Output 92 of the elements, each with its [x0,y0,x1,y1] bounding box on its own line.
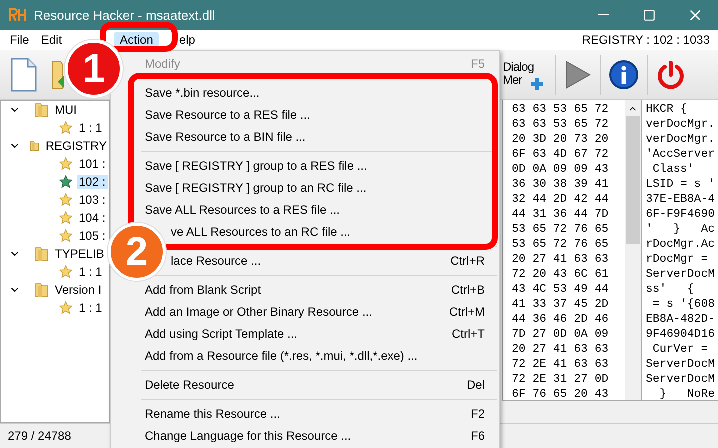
text-row-text: Class' [652,162,696,177]
menu-option[interactable]: ve ALL Resources to an RC file ... [167,221,489,243]
new-file-icon[interactable] [10,58,38,92]
text-row-text: rDocMgr = [646,252,710,267]
hex-row-text: 43 4C 53 49 44 [512,282,610,297]
star-icon [59,229,73,243]
hex-row-text: 6F 76 65 20 43 [512,387,610,400]
maximize-icon [642,8,656,22]
text-row-text: = s '{608 [652,297,716,312]
menu-option[interactable]: Add from a Resource file (*.res, *.mui, *.dll,*.exe) ... [141,345,489,367]
hex-row-text: 7D 27 0D 0A 09 [512,327,610,342]
star-icon [59,211,73,225]
tree-item[interactable]: Version I [53,283,104,297]
hex-row-text: 63 63 53 65 72 [512,102,610,117]
hex-row-text: 6F 63 4D 67 72 [512,147,610,162]
resource-path: REGISTRY : 102 : 1033 [582,33,710,47]
menu-option[interactable]: Save [ REGISTRY ] group to a RES file ... [141,155,489,177]
plus-icon [531,78,543,90]
hex-row-text: 44 36 46 2D 46 [512,312,610,327]
menu-option[interactable]: Add from Blank Script Ctrl+B [141,279,489,301]
star-icon [59,121,73,135]
app-logo-icon [8,7,28,23]
text-row-text: ServerDocM [646,372,716,387]
menu-option[interactable]: Save Resource to a RES file ... [141,104,489,126]
tree-item[interactable]: TYPELIB [53,247,106,261]
menu-option[interactable]: Save ALL Resources to a RES file ... [141,199,489,221]
tree-item[interactable]: 1 : 1 [77,121,104,135]
hex-row-text: 36 30 38 39 41 [512,177,610,192]
text-row-text: } NoRe [658,387,716,400]
star-icon [59,301,73,315]
star-icon [59,265,73,279]
window-title: Resource Hacker - msaatext.dll [34,8,216,22]
hex-row-text: 72 2E 31 27 0D [512,372,610,387]
hex-row-text: 53 65 72 76 65 [512,222,610,237]
power-icon[interactable] [656,60,686,90]
tree-item[interactable]: 102 : [77,175,108,189]
text-row-text: HKCR { [646,102,688,117]
menu-option[interactable]: Save *.bin resource... [141,82,489,104]
dialog-menu-button[interactable]: Dialog Mer [503,54,547,94]
hex-row-text: 63 63 53 65 72 [512,117,610,132]
hex-row-text: 32 44 2D 42 44 [512,192,610,207]
minimize-icon [598,14,608,16]
text-row-text: ss' { [646,282,696,297]
tree-item[interactable]: 1 : 1 [77,265,104,279]
info-icon[interactable] [609,60,639,90]
hex-row-text: 53 65 72 76 65 [512,237,610,252]
hex-row-text: 44 31 36 44 7D [512,207,610,222]
tree-item[interactable]: REGISTRY [44,139,109,153]
play-icon[interactable] [564,60,592,90]
menu-option[interactable]: Delete Resource Del [141,374,489,396]
hex-row-text: 20 27 41 63 63 [512,252,610,267]
folder-icon [35,102,49,118]
menu-option[interactable]: Change Language for this Resource ... F6 [141,425,489,447]
menu-item[interactable]: File [4,32,36,48]
text-row-text: ServerDocM [646,357,716,372]
tree-item[interactable]: 105 : [77,229,108,243]
hex-row-text: 72 2E 41 63 63 [512,357,610,372]
menu-option[interactable]: Add an Image or Other Binary Resource ... Ctrl+M [141,301,489,323]
text-row-text: CurVer = [652,342,710,357]
text-row-text: 9F46904D16 [646,327,716,342]
text-row-text: ServerDocM [646,267,716,282]
hex-row-text: 20 3D 20 73 20 [512,132,610,147]
text-row-text: verDocMgr. [646,132,716,147]
menu-option[interactable]: Save Resource to a BIN file ... [141,126,489,148]
text-row-text: EB8A-482D- [646,312,716,327]
text-row-text: verDocMgr. [646,117,716,132]
star-icon [59,157,73,171]
text-row-text: rDocMgr.Ac [646,237,716,252]
tree-item[interactable]: MUI [53,103,79,117]
tree-item[interactable]: 1 : 1 [77,301,104,315]
menu-option[interactable]: Save [ REGISTRY ] group to an RC file ... [141,177,489,199]
tree-item[interactable]: 101 : [77,157,108,171]
menu-item[interactable]: elp [173,32,202,48]
tree-item[interactable]: 104 : [77,211,108,225]
star-icon [59,193,73,207]
tree-item[interactable]: 103 : [77,193,108,207]
hex-row-text: 41 33 37 45 2D [512,297,610,312]
hex-row-text: 20 27 41 63 63 [512,342,610,357]
hex-row-text: 72 20 43 6C 61 [512,267,610,282]
menu-option[interactable]: lace Resource ... Ctrl+R [167,250,489,272]
folder-icon [35,282,49,298]
status-text: 279 / 24788 [8,429,72,443]
text-row-text: LSID = s ' [646,177,716,192]
text-row-text: 6F-F9F4690 [646,207,716,222]
text-row-text: 'AccServer [646,147,716,162]
text-row-text: ' } Ac [646,222,716,237]
text-row-text: 37E-EB8A-4 [646,192,716,207]
menu-option[interactable]: Add using Script Template ... Ctrl+T [141,323,489,345]
folder-icon [35,246,49,262]
menu-option[interactable]: Rename this Resource ... F2 [141,403,489,425]
star-icon [59,175,73,189]
hex-row-text: 0D 0A 09 09 43 [512,162,610,177]
